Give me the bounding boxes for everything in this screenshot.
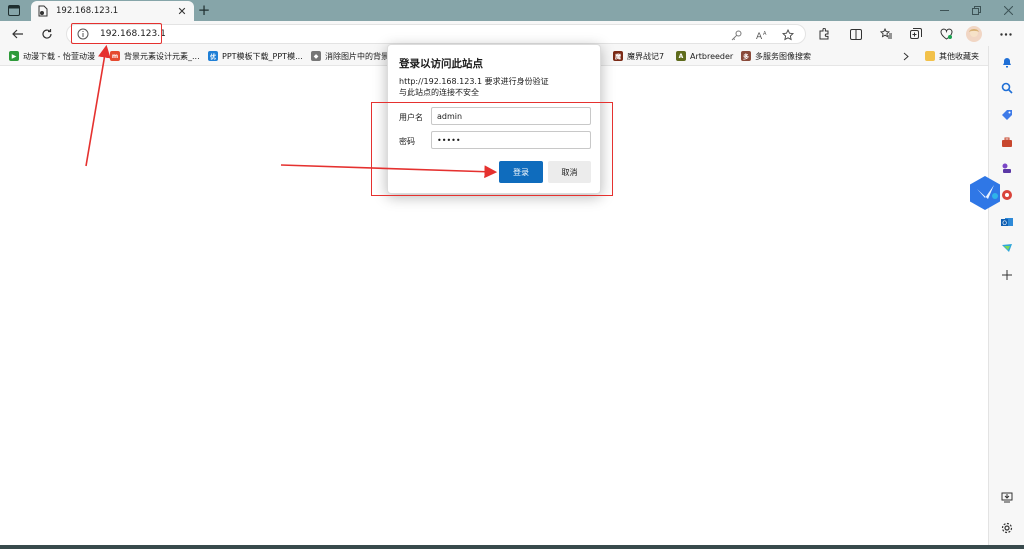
notification-bell-icon[interactable]: [999, 54, 1015, 70]
address-highlight-box: [71, 23, 162, 44]
dialog-url-line: http://192.168.123.1 要求进行身份验证: [399, 77, 549, 86]
bookmark-item[interactable]: ▶ 动漫下载 - 怡萱动漫: [9, 50, 95, 62]
bookmark-icon: 多: [741, 51, 751, 61]
bookmark-icon: ◆: [311, 51, 321, 61]
copilot-icon[interactable]: [968, 175, 1002, 211]
svg-text:A: A: [763, 31, 767, 37]
form-highlight-box: [371, 102, 613, 196]
browser-essentials-icon[interactable]: [937, 25, 955, 43]
new-tab-button[interactable]: +: [197, 1, 211, 19]
settings-gear-icon[interactable]: [999, 520, 1015, 536]
bookmark-label: 多服务图像搜索: [755, 51, 811, 61]
bookmark-item[interactable]: ◆ 消除图片中的背景: [311, 50, 389, 62]
more-menu-icon[interactable]: [997, 25, 1015, 43]
bookmark-icon: 优: [208, 51, 218, 61]
bookmark-label: 消除图片中的背景: [325, 51, 389, 61]
bookmark-label: Artbreeder: [690, 51, 734, 61]
bookmark-label: 背景元素设计元素_...: [124, 51, 200, 61]
tab-strip: 192.168.123.1 ✕ +: [0, 0, 1024, 21]
sidebar: O: [988, 46, 1024, 545]
profile-avatar[interactable]: [965, 25, 983, 43]
add-sidebar-app-icon[interactable]: [999, 267, 1015, 283]
extensions-icon[interactable]: [815, 25, 833, 43]
minimize-button[interactable]: [928, 0, 960, 21]
bookmark-item[interactable]: 魔 魔界战记7: [613, 50, 664, 62]
favorites-icon[interactable]: [877, 25, 895, 43]
bookmark-label: PPT模板下载_PPT模...: [222, 51, 303, 61]
page-icon: [37, 5, 49, 17]
search-icon[interactable]: [999, 80, 1015, 96]
toolbox-icon[interactable]: [999, 134, 1015, 150]
svg-text:A: A: [756, 32, 763, 41]
svg-text:O: O: [1002, 220, 1007, 227]
bookmark-item[interactable]: m 背景元素设计元素_...: [110, 50, 200, 62]
read-aloud-icon[interactable]: AA: [755, 28, 769, 42]
screenshot-icon[interactable]: [999, 490, 1015, 506]
key-icon[interactable]: [729, 28, 743, 42]
other-bookmarks-label: 其他收藏夹: [939, 51, 979, 61]
bookmark-icon: 魔: [613, 51, 623, 61]
favorite-star-icon[interactable]: [781, 28, 795, 42]
folder-icon: [925, 51, 935, 61]
collections-icon[interactable]: [907, 25, 925, 43]
split-screen-icon[interactable]: [847, 25, 865, 43]
shopping-tag-icon[interactable]: [999, 107, 1015, 123]
other-bookmarks[interactable]: 其他收藏夹: [925, 50, 979, 62]
tab-title: 192.168.123.1: [56, 6, 119, 16]
bookmarks-overflow-chevron-icon[interactable]: [903, 50, 909, 62]
bookmark-label: 魔界战记7: [627, 51, 665, 61]
restore-button[interactable]: [960, 0, 992, 21]
dialog-title: 登录以访问此站点: [399, 58, 483, 70]
drop-icon[interactable]: [999, 240, 1015, 256]
outlook-icon[interactable]: O: [999, 214, 1015, 230]
address-bar[interactable]: 192.168.123.1 AA: [66, 24, 806, 44]
bookmark-item[interactable]: A Artbreeder: [676, 50, 733, 62]
refresh-button[interactable]: [38, 25, 56, 43]
dialog-warning: 与此站点的连接不安全: [399, 88, 479, 97]
tab-actions-icon[interactable]: [6, 3, 22, 17]
close-window-button[interactable]: [992, 0, 1024, 21]
tab-active[interactable]: 192.168.123.1 ✕: [31, 1, 194, 21]
bookmark-icon: ▶: [9, 51, 19, 61]
games-icon[interactable]: [999, 160, 1015, 176]
bookmark-item[interactable]: 优 PPT模板下载_PPT模...: [208, 50, 303, 62]
bookmark-icon: A: [676, 51, 686, 61]
bookmark-icon: m: [110, 51, 120, 61]
back-button[interactable]: [9, 25, 27, 43]
taskbar-edge: [0, 545, 1024, 549]
bookmark-label: 动漫下载 - 怡萱动漫: [23, 51, 95, 61]
close-tab-icon[interactable]: ✕: [176, 5, 188, 18]
bookmark-item[interactable]: 多 多服务图像搜索: [741, 50, 811, 62]
